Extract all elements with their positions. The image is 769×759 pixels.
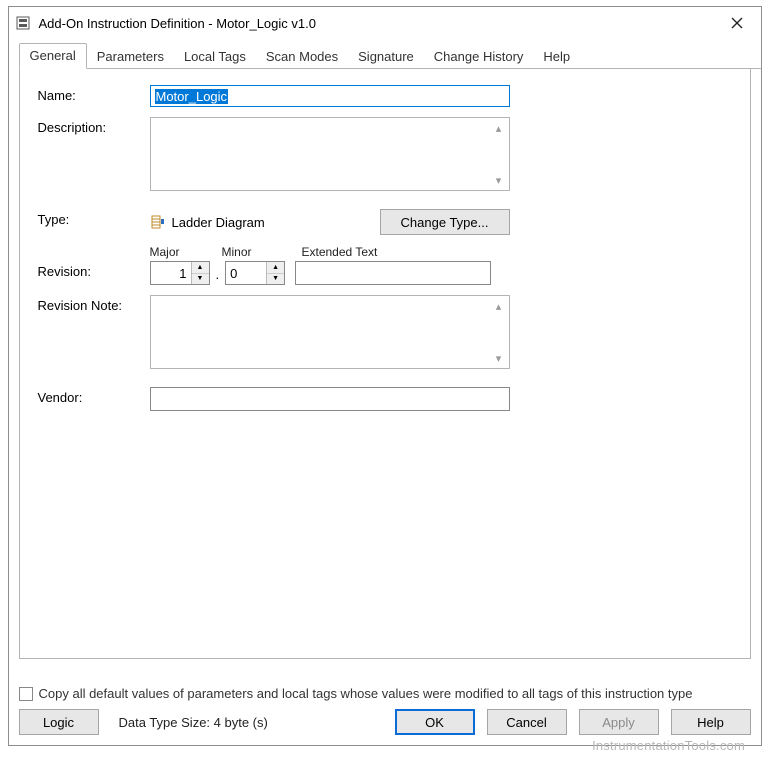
revision-label: Revision: xyxy=(38,261,150,279)
revision-dot: . xyxy=(216,264,220,282)
tab-scan-modes[interactable]: Scan Modes xyxy=(256,45,348,69)
minor-down-icon[interactable]: ▼ xyxy=(267,274,284,285)
major-down-icon[interactable]: ▼ xyxy=(192,274,209,285)
apply-button[interactable]: Apply xyxy=(579,709,659,735)
name-input[interactable]: Motor_Logic xyxy=(150,85,510,107)
bottom-area: Copy all default values of parameters an… xyxy=(19,686,751,735)
app-icon xyxy=(15,15,31,31)
type-value: Ladder Diagram xyxy=(172,215,265,230)
data-type-size: Data Type Size: 4 byte (s) xyxy=(119,715,268,730)
scroll-down-icon[interactable]: ▾ xyxy=(491,172,507,188)
major-up-icon[interactable]: ▲ xyxy=(192,262,209,274)
extended-text-input[interactable] xyxy=(295,261,491,285)
name-label: Name: xyxy=(38,85,150,103)
copy-defaults-label: Copy all default values of parameters an… xyxy=(39,686,693,701)
cancel-button[interactable]: Cancel xyxy=(487,709,567,735)
tab-panel-general: Name: Motor_Logic Description: ▴ ▾ Type: xyxy=(19,69,751,659)
ladder-diagram-icon xyxy=(150,214,166,230)
tab-help[interactable]: Help xyxy=(533,45,580,69)
major-label: Major xyxy=(150,245,222,259)
tab-general[interactable]: General xyxy=(19,43,87,69)
revision-note-wrap: ▴ ▾ xyxy=(150,295,510,369)
description-input[interactable] xyxy=(151,118,491,190)
tab-signature[interactable]: Signature xyxy=(348,45,424,69)
scroll-up-icon[interactable]: ▴ xyxy=(491,120,507,136)
description-label: Description: xyxy=(38,117,150,135)
watermark: InstrumentationTools.com xyxy=(592,738,745,753)
change-type-button[interactable]: Change Type... xyxy=(380,209,510,235)
tab-local-tags[interactable]: Local Tags xyxy=(174,45,256,69)
window-title: Add-On Instruction Definition - Motor_Lo… xyxy=(39,16,717,31)
extended-text-label: Extended Text xyxy=(302,245,378,259)
titlebar: Add-On Instruction Definition - Motor_Lo… xyxy=(9,7,761,39)
tab-parameters[interactable]: Parameters xyxy=(87,45,174,69)
close-button[interactable] xyxy=(717,9,757,37)
major-input[interactable] xyxy=(151,262,191,284)
revision-note-label: Revision Note: xyxy=(38,295,150,313)
minor-input[interactable] xyxy=(226,262,266,284)
dialog-window: Add-On Instruction Definition - Motor_Lo… xyxy=(8,6,762,746)
ok-button[interactable]: OK xyxy=(395,709,475,735)
minor-label: Minor xyxy=(222,245,302,259)
tab-strip: General Parameters Local Tags Scan Modes… xyxy=(19,43,751,69)
help-button[interactable]: Help xyxy=(671,709,751,735)
minor-up-icon[interactable]: ▲ xyxy=(267,262,284,274)
logic-button[interactable]: Logic xyxy=(19,709,99,735)
vendor-input[interactable] xyxy=(150,387,510,411)
scroll-up-icon[interactable]: ▴ xyxy=(491,298,507,314)
scroll-down-icon[interactable]: ▾ xyxy=(491,350,507,366)
revision-note-input[interactable] xyxy=(151,296,491,368)
vendor-label: Vendor: xyxy=(38,387,150,405)
major-spinner[interactable]: ▲ ▼ xyxy=(150,261,210,285)
tab-change-history[interactable]: Change History xyxy=(424,45,534,69)
copy-defaults-checkbox[interactable] xyxy=(19,687,33,701)
minor-spinner[interactable]: ▲ ▼ xyxy=(225,261,285,285)
description-field-wrap: ▴ ▾ xyxy=(150,117,510,191)
type-label: Type: xyxy=(38,209,150,227)
